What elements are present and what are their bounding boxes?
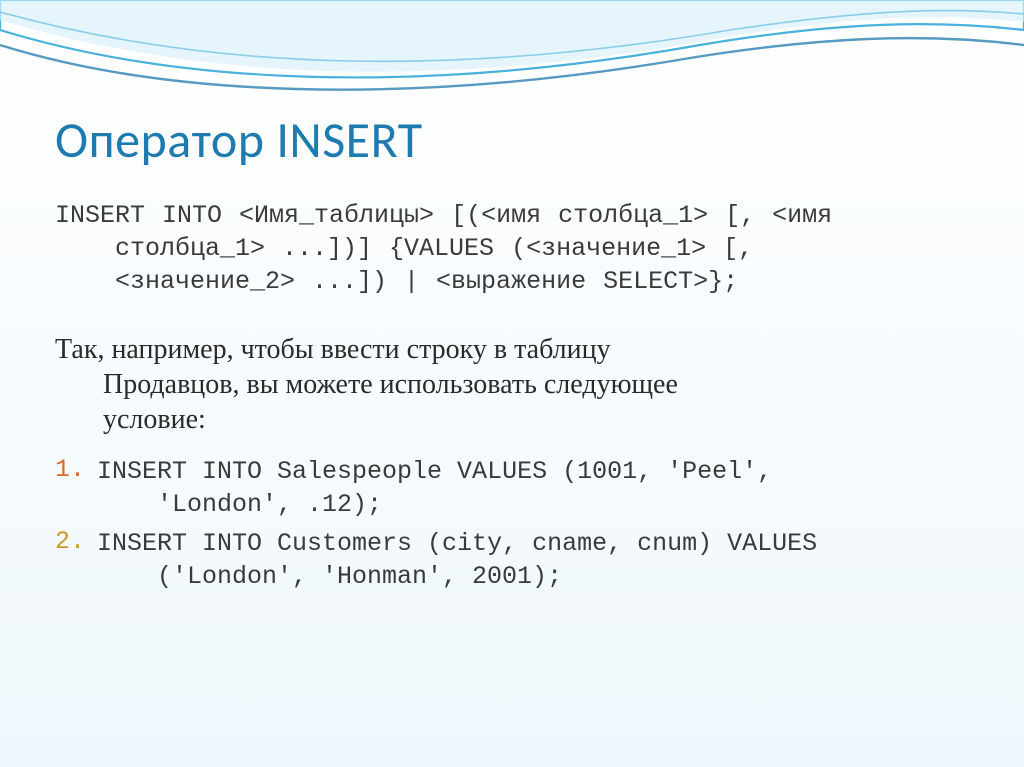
slide-title: Оператор INSERT <box>55 110 969 171</box>
syntax-line-3: <значение_2> ...]) | <выражение SELECT>}… <box>55 265 969 298</box>
slide-content: Оператор INSERT INSERT INTO <Имя_таблицы… <box>55 110 969 599</box>
paragraph-line-3: условие: <box>55 402 969 437</box>
list-item: 1. INSERT INTO Salespeople VALUES (1001,… <box>55 455 969 521</box>
syntax-line-2: столбца_1> ...])] {VALUES (<значение_1> … <box>55 232 969 265</box>
example-2-line-1: INSERT INTO Customers (city, cname, cnum… <box>97 529 817 558</box>
syntax-block: INSERT INTO <Имя_таблицы> [(<имя столбца… <box>55 199 969 298</box>
example-2-line-2: ('London', 'Honman', 2001); <box>97 560 969 593</box>
examples-list: 1. INSERT INTO Salespeople VALUES (1001,… <box>55 455 969 593</box>
example-number-1: 1. <box>55 455 97 484</box>
paragraph-line-2: Продавцов, вы можете использовать следую… <box>55 367 969 402</box>
description-paragraph: Так, например, чтобы ввести строку в таб… <box>55 332 969 437</box>
paragraph-line-1: Так, например, чтобы ввести строку в таб… <box>55 334 611 365</box>
example-body-1: INSERT INTO Salespeople VALUES (1001, 'P… <box>97 455 969 521</box>
example-body-2: INSERT INTO Customers (city, cname, cnum… <box>97 527 969 593</box>
syntax-line-1: INSERT INTO <Имя_таблицы> [(<имя столбца… <box>55 199 969 232</box>
example-1-line-2: 'London', .12); <box>97 488 969 521</box>
example-number-2: 2. <box>55 527 97 556</box>
decorative-swoosh <box>0 0 1024 120</box>
slide: Оператор INSERT INSERT INTO <Имя_таблицы… <box>0 0 1024 767</box>
list-item: 2. INSERT INTO Customers (city, cname, c… <box>55 527 969 593</box>
example-1-line-1: INSERT INTO Salespeople VALUES (1001, 'P… <box>97 457 772 486</box>
